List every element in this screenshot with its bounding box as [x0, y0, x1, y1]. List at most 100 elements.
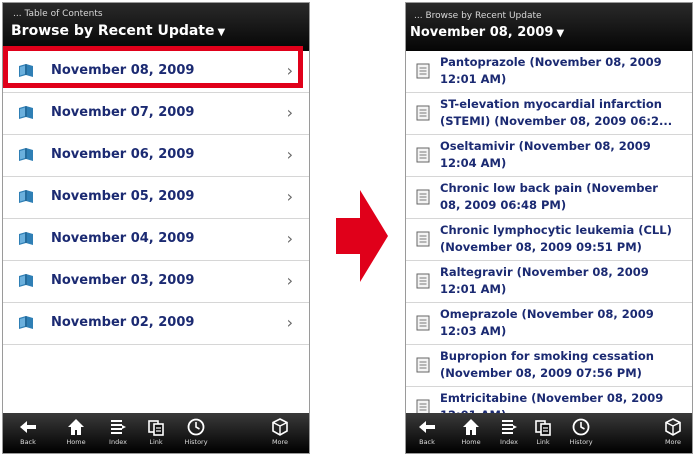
chevron-right-icon: › — [286, 271, 293, 290]
list-item-line2: 12:01 AM) — [440, 282, 507, 296]
list-item[interactable]: Chronic low back pain (November 08, 2009 … — [406, 177, 692, 219]
index-button[interactable]: Index — [101, 417, 135, 446]
bottom-toolbar: Back Home Index Link History More — [406, 413, 692, 453]
list-item-label: Omeprazole (November 08, 2009 12:03 AM) — [440, 306, 690, 340]
caret-down-icon: ▼ — [556, 28, 565, 39]
home-button[interactable]: Home — [59, 417, 93, 446]
back-button[interactable]: Back — [11, 417, 45, 446]
document-icon — [416, 105, 430, 121]
link-button[interactable]: Link — [139, 417, 173, 446]
right-arrow-icon — [336, 190, 388, 282]
list-item-label: November 08, 2009 — [51, 63, 195, 78]
document-icon — [416, 273, 430, 289]
list-item-line1: Omeprazole (November 08, 2009 — [440, 307, 654, 321]
book-icon — [19, 190, 33, 203]
chevron-right-icon: › — [286, 61, 293, 80]
list-item-label: Bupropion for smoking cessation (November… — [440, 348, 690, 382]
list-item[interactable]: Chronic lymphocytic leukemia (CLL) (Novem… — [406, 219, 692, 261]
list-item-line1: Raltegravir (November 08, 2009 — [440, 265, 649, 279]
list-item-line1: Oseltamivir (November 08, 2009 — [440, 139, 651, 153]
page-title: November 08, 2009 — [410, 25, 554, 40]
list-item-line2: 12:01 AM) — [440, 72, 507, 86]
more-button[interactable]: More — [263, 417, 297, 446]
list-item[interactable]: Pantoprazole (November 08, 2009 12:01 AM) — [406, 51, 692, 93]
index-list-icon — [502, 420, 517, 434]
list-item-line1: Chronic lymphocytic leukemia (CLL) — [440, 223, 672, 237]
list-item-label: November 07, 2009 — [51, 105, 195, 120]
clock-icon — [187, 418, 205, 436]
list-item[interactable]: November 05, 2009 › — [3, 177, 309, 219]
document-icon — [416, 315, 430, 331]
book-icon — [19, 232, 33, 245]
chevron-right-icon: › — [286, 187, 293, 206]
link-label: Link — [536, 438, 550, 446]
home-button[interactable]: Home — [454, 417, 488, 446]
link-button[interactable]: Link — [526, 417, 560, 446]
list-item-label: ST-elevation myocardial infarction (STEMI… — [440, 96, 690, 130]
list-item[interactable]: November 06, 2009 › — [3, 135, 309, 177]
page-title-dropdown[interactable]: November 08, 2009 ▼ — [410, 25, 564, 40]
left-phone-screen: ... Table of Contents Browse by Recent U… — [2, 2, 310, 454]
document-icon — [416, 189, 430, 205]
right-phone-screen: ... Browse by Recent Update November 08,… — [405, 2, 693, 454]
list-item-label: November 04, 2009 — [51, 231, 195, 246]
more-button[interactable]: More — [656, 417, 690, 446]
list-item-line2: 12:04 AM) — [440, 156, 507, 170]
history-button[interactable]: History — [564, 417, 598, 446]
chevron-right-icon: › — [286, 229, 293, 248]
back-label: Back — [20, 438, 36, 446]
caret-down-icon: ▼ — [217, 27, 226, 38]
back-arrow-icon — [419, 421, 435, 433]
list-item-label: Oseltamivir (November 08, 2009 12:04 AM) — [440, 138, 690, 172]
history-label: History — [569, 438, 593, 446]
list-item[interactable]: Raltegravir (November 08, 2009 12:01 AM) — [406, 261, 692, 303]
list-item-line2: 08, 2009 06:48 PM) — [440, 198, 567, 212]
document-icon — [416, 231, 430, 247]
list-item[interactable]: November 04, 2009 › — [3, 219, 309, 261]
index-list-icon — [111, 420, 126, 434]
list-item[interactable]: Bupropion for smoking cessation (November… — [406, 345, 692, 387]
document-icon — [416, 63, 430, 79]
page-title-dropdown[interactable]: Browse by Recent Update ▼ — [11, 23, 225, 39]
list-item-line1: ST-elevation myocardial infarction — [440, 97, 662, 111]
book-icon — [19, 316, 33, 329]
list-item-line1: Emtricitabine (November 08, 2009 — [440, 391, 664, 405]
list-item[interactable]: November 07, 2009 › — [3, 93, 309, 135]
list-item-line2: (STEMI) (November 08, 2009 06:2... — [440, 114, 673, 128]
breadcrumb[interactable]: ... Browse by Recent Update — [414, 11, 542, 21]
history-label: History — [184, 438, 208, 446]
cube-icon — [665, 418, 681, 436]
home-label: Home — [461, 438, 481, 446]
list-item[interactable]: November 08, 2009 › — [3, 51, 309, 93]
chevron-right-icon: › — [286, 145, 293, 164]
list-item[interactable]: November 03, 2009 › — [3, 261, 309, 303]
list-item[interactable]: Oseltamivir (November 08, 2009 12:04 AM) — [406, 135, 692, 177]
index-button[interactable]: Index — [492, 417, 526, 446]
date-list: November 08, 2009 › November 07, 2009 › Nove… — [3, 51, 309, 345]
index-label: Index — [109, 438, 127, 446]
list-item-label: Chronic low back pain (November 08, 2009 … — [440, 180, 690, 214]
book-icon — [19, 274, 33, 287]
list-item-line2: 12:03 AM) — [440, 324, 507, 338]
back-arrow-icon — [20, 421, 36, 433]
right-header: ... Browse by Recent Update November 08,… — [406, 3, 692, 51]
list-item[interactable]: Omeprazole (November 08, 2009 12:03 AM) — [406, 303, 692, 345]
link-icon — [535, 420, 551, 436]
chevron-right-icon: › — [286, 313, 293, 332]
list-item-line1: Bupropion for smoking cessation — [440, 349, 654, 363]
list-item-line1: Chronic low back pain (November — [440, 181, 658, 195]
more-label: More — [271, 438, 289, 446]
list-item[interactable]: November 02, 2009 › — [3, 303, 309, 345]
list-item-label: Chronic lymphocytic leukemia (CLL) (Novem… — [440, 222, 690, 256]
back-button[interactable]: Back — [410, 417, 444, 446]
list-item[interactable]: ST-elevation myocardial infarction (STEMI… — [406, 93, 692, 135]
history-button[interactable]: History — [179, 417, 213, 446]
link-label: Link — [149, 438, 163, 446]
breadcrumb[interactable]: ... Table of Contents — [13, 9, 103, 19]
document-icon — [416, 357, 430, 373]
left-header: ... Table of Contents Browse by Recent U… — [3, 3, 309, 51]
page-title: Browse by Recent Update — [11, 23, 215, 39]
chevron-right-icon: › — [286, 103, 293, 122]
link-icon — [148, 420, 164, 436]
list-item-label: Raltegravir (November 08, 2009 12:01 AM) — [440, 264, 690, 298]
